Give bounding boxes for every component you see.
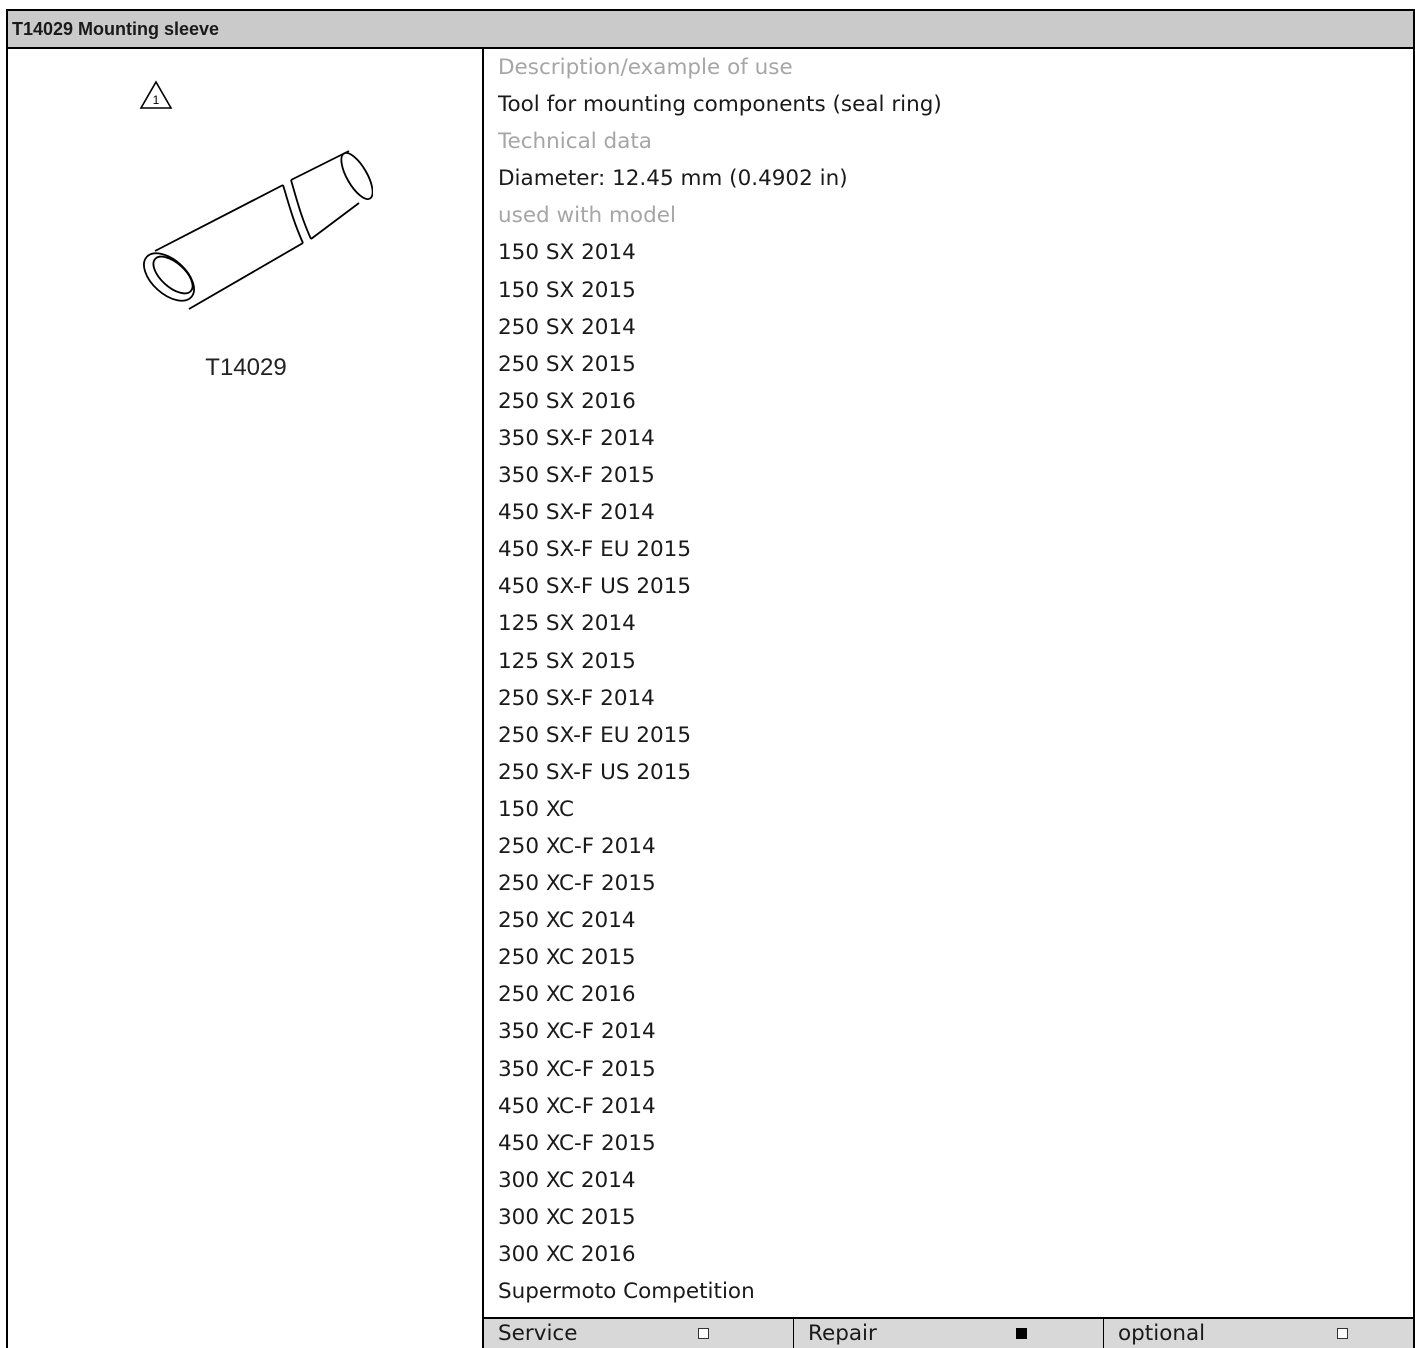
detail-row: 250 XC 2015 [498,945,636,971]
detail-row: 300 XC 2016 [498,1242,636,1267]
detail-row: 350 XC-F 2014 [498,1019,656,1045]
detail-row: 450 XC-F 2015 [498,1130,656,1156]
tool-sheet: T14029 Mounting sleeve 1 T14029 Descript… [6,9,1415,1348]
detail-row: 250 SX 2015 [498,351,636,377]
unchecked-box-icon [698,1328,709,1339]
section-heading: used with model [498,203,676,229]
detail-row: 250 XC-F 2014 [498,833,656,859]
title-bar: T14029 Mounting sleeve [8,11,1413,49]
detail-row: 350 SX-F 2015 [498,463,655,489]
detail-row: 250 SX-F EU 2015 [498,722,692,748]
unchecked-box-icon [1337,1328,1348,1339]
warning-triangle-icon: 1 [139,80,173,109]
detail-row: 125 SX 2014 [498,611,636,637]
detail-row: 300 XC 2014 [498,1167,636,1193]
detail-row: 150 XC [498,796,575,822]
detail-row: 250 XC 2016 [498,982,636,1008]
detail-row: 450 XC-F 2014 [498,1093,656,1119]
detail-row: 300 XC 2015 [498,1204,636,1230]
category-footer: Service Repair optional [484,1317,1413,1348]
detail-row: 150 SX 2015 [498,277,636,303]
mounting-sleeve-drawing [143,150,373,310]
detail-row: 250 SX 2016 [498,388,636,414]
footer-label: optional [1118,1321,1206,1346]
footer-cell-optional: optional [1103,1319,1413,1348]
detail-row: 350 SX-F 2014 [498,425,655,451]
detail-row: Tool for mounting components (seal ring) [498,92,942,118]
footer-cell-service: Service [484,1319,793,1348]
details-panel: Description/example of use Tool for mount… [484,49,1413,1348]
detail-row: 450 SX-F 2014 [498,500,655,526]
section-heading: Technical data [498,129,652,155]
tool-number-label: T14029 [205,354,287,381]
detail-row: 125 SX 2015 [498,648,636,674]
detail-row: 250 SX 2014 [498,314,636,340]
footer-cell-repair: Repair [793,1319,1103,1348]
detail-row: 250 SX-F US 2015 [498,759,692,785]
details-list: Description/example of use Tool for mount… [498,49,1413,1310]
footer-label: Service [498,1321,578,1346]
detail-row: Diameter: 12.45 mm (0.4902 in) [498,166,848,192]
detail-row: 250 SX-F 2014 [498,685,655,711]
section-heading: Description/example of use [498,55,793,80]
detail-row: 250 XC 2014 [498,908,636,934]
detail-row: 450 SX-F US 2015 [498,574,692,600]
warning-number: 1 [153,93,160,107]
detail-row: 350 XC-F 2015 [498,1056,656,1082]
tool-image-panel: 1 T14029 [8,49,484,1348]
detail-row: Supermoto Competition [498,1279,755,1305]
footer-label: Repair [808,1321,877,1346]
detail-row: 150 SX 2014 [498,240,636,266]
detail-row: 450 SX-F EU 2015 [498,537,692,563]
detail-row: 250 XC-F 2015 [498,871,656,897]
checked-box-icon [1016,1328,1027,1339]
